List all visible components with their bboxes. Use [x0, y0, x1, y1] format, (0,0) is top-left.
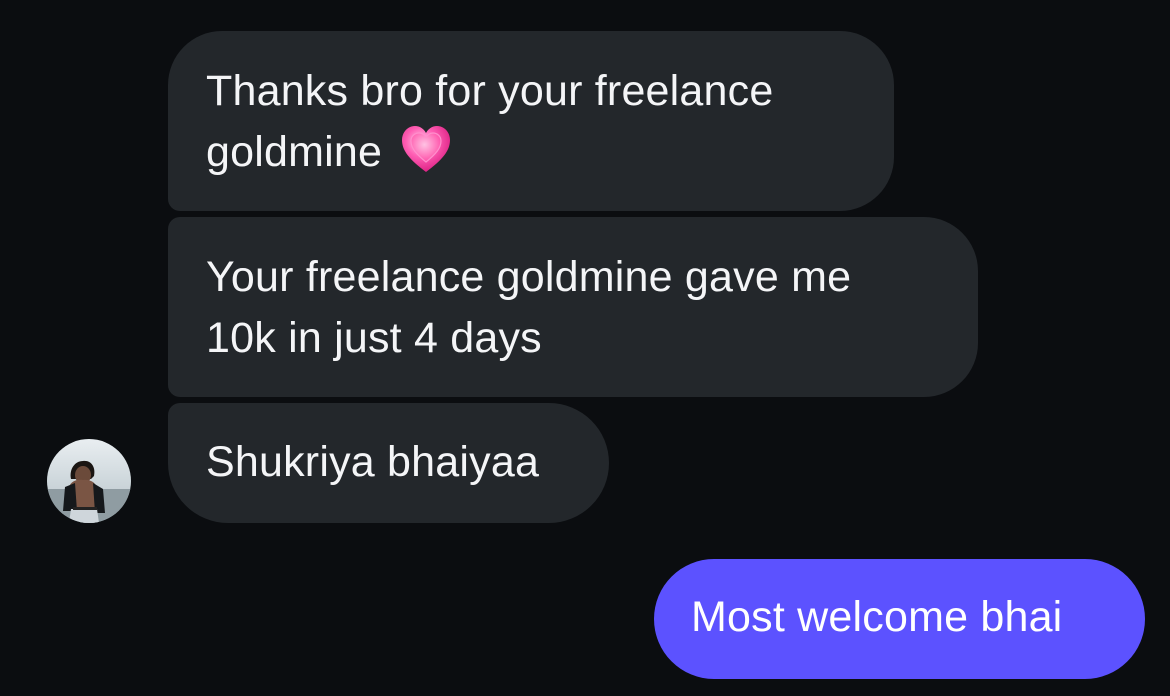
- message-text-line: 10k in just 4 days: [206, 314, 542, 362]
- growing-heart-icon: [400, 124, 452, 176]
- message-text-line: Shukriya bhaiyaa: [206, 438, 540, 486]
- message-text: goldmine: [206, 128, 383, 176]
- message-text-line: Thanks bro for your freelance: [206, 67, 774, 115]
- message-text-line: Most welcome bhai: [691, 593, 1063, 641]
- message-text-line: goldmine: [206, 122, 874, 183]
- message-text-line: Your freelance goldmine gave me: [206, 253, 852, 301]
- message-bubble-incoming[interactable]: Shukriya bhaiyaa: [168, 403, 609, 523]
- message-bubble-incoming[interactable]: Thanks bro for your freelance goldmine: [168, 31, 894, 211]
- message-bubble-outgoing[interactable]: Most welcome bhai: [654, 559, 1145, 679]
- avatar[interactable]: [47, 439, 131, 523]
- message-bubble-incoming[interactable]: Your freelance goldmine gave me 10k in j…: [168, 217, 978, 397]
